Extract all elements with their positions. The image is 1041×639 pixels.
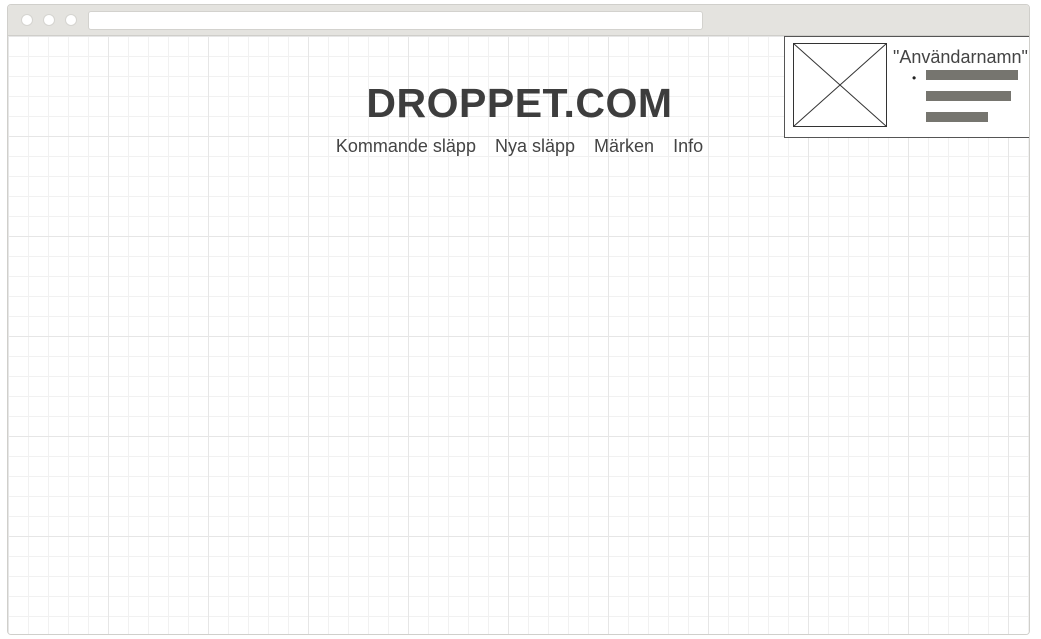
user-menu-item-placeholder[interactable]	[926, 112, 988, 122]
image-placeholder-icon[interactable]	[793, 43, 887, 127]
window-minimize-button[interactable]	[43, 14, 55, 26]
user-panel: "Användarnamn" •	[784, 36, 1029, 138]
browser-toolbar	[8, 5, 1029, 36]
user-menu-bullet: •	[912, 71, 917, 85]
page-content: DROPPET.COM Kommande släpp Nya släpp Mär…	[8, 36, 1029, 634]
user-menu-item-placeholder[interactable]	[926, 91, 1011, 101]
browser-window: DROPPET.COM Kommande släpp Nya släpp Mär…	[7, 4, 1030, 635]
nav-item-nya-slapp[interactable]: Nya släpp	[495, 136, 575, 156]
nav-item-kommande-slapp[interactable]: Kommande släpp	[336, 136, 476, 156]
window-close-button[interactable]	[21, 14, 33, 26]
main-navigation: Kommande släpp Nya släpp Märken Info	[8, 136, 1029, 157]
nav-item-info[interactable]: Info	[673, 136, 703, 156]
user-menu-item-placeholder[interactable]	[926, 70, 1018, 80]
address-bar[interactable]	[88, 11, 703, 30]
username-label: "Användarnamn"	[893, 47, 1028, 67]
window-maximize-button[interactable]	[65, 14, 77, 26]
nav-item-marken[interactable]: Märken	[594, 136, 654, 156]
